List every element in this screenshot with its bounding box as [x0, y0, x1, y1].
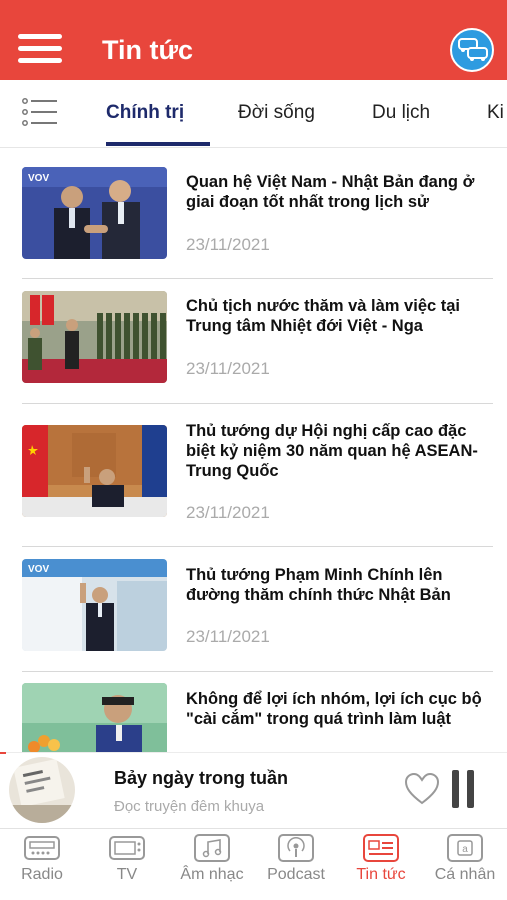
news-thumbnail[interactable]	[22, 683, 167, 752]
nav-label: Cá nhân	[434, 866, 496, 883]
svg-text:VOV: VOV	[28, 173, 49, 184]
news-title[interactable]: Thủ tướng Phạm Minh Chính lên đường thăm…	[186, 565, 491, 605]
nav-label: Tin tức	[356, 866, 406, 883]
news-title[interactable]: Thủ tướng dự Hội nghị cấp cao đặc biệt k…	[186, 421, 491, 481]
news-thumbnail[interactable]	[22, 291, 167, 383]
player-subtitle: Đọc truyện đêm khuya	[114, 798, 265, 815]
svg-text:VOV: VOV	[28, 564, 49, 575]
news-thumbnail[interactable]	[22, 425, 167, 517]
heart-outline-icon[interactable]	[404, 772, 440, 806]
active-tab-indicator	[106, 142, 210, 146]
tab-chinh-tri[interactable]: Chính trị	[106, 102, 184, 124]
svg-text:a: a	[462, 844, 468, 855]
news-thumbnail[interactable]: VOV	[22, 559, 167, 651]
nav-tv[interactable]: TV	[85, 834, 169, 892]
news-date: 23/11/2021	[186, 235, 270, 254]
tab-du-lich[interactable]: Du lịch	[372, 102, 430, 124]
app-header: Tin tức	[0, 0, 507, 80]
tab-ki[interactable]: Ki	[487, 102, 504, 124]
news-date: 23/11/2021	[186, 503, 270, 522]
nav-profile[interactable]: a Cá nhân	[423, 834, 507, 892]
divider	[22, 671, 493, 672]
nav-radio[interactable]: Radio	[0, 834, 84, 892]
nav-podcast[interactable]: Podcast	[254, 834, 338, 892]
traffic-cars-icon[interactable]	[450, 28, 494, 72]
tv-icon	[109, 836, 145, 860]
news-date: 23/11/2021	[186, 359, 270, 378]
radio-icon	[24, 836, 60, 860]
nav-music[interactable]: Âm nhạc	[170, 834, 254, 892]
nav-label: TV	[116, 866, 138, 883]
nav-label: Radio	[21, 866, 63, 883]
nav-label: Âm nhạc	[180, 866, 244, 883]
playback-progress[interactable]	[0, 752, 6, 754]
news-title[interactable]: Chủ tịch nước thăm và làm việc tại Trung…	[186, 296, 491, 336]
news-icon	[363, 834, 399, 862]
news-thumbnail[interactable]: VOV	[22, 167, 167, 259]
tab-doi-song[interactable]: Đời sống	[238, 102, 315, 124]
news-title[interactable]: Quan hệ Việt Nam - Nhật Bản đang ở giai …	[186, 172, 491, 212]
category-list-icon[interactable]	[22, 98, 58, 126]
player-cover-art[interactable]	[9, 757, 75, 823]
divider	[22, 278, 493, 279]
nav-news[interactable]: Tin tức	[339, 834, 423, 892]
page-title: Tin tức	[102, 35, 194, 65]
news-date: 23/11/2021	[186, 627, 270, 646]
music-icon	[194, 834, 230, 862]
news-title[interactable]: Không để lợi ích nhóm, lợi ích cục bộ "c…	[186, 689, 491, 729]
hamburger-menu-icon[interactable]	[18, 34, 62, 64]
nav-label: Podcast	[267, 866, 325, 883]
divider	[22, 403, 493, 404]
pause-icon[interactable]	[452, 770, 476, 808]
player-title: Bảy ngày trong tuần	[114, 768, 289, 788]
profile-icon: a	[447, 834, 483, 862]
podcast-icon	[278, 834, 314, 862]
divider	[22, 546, 493, 547]
